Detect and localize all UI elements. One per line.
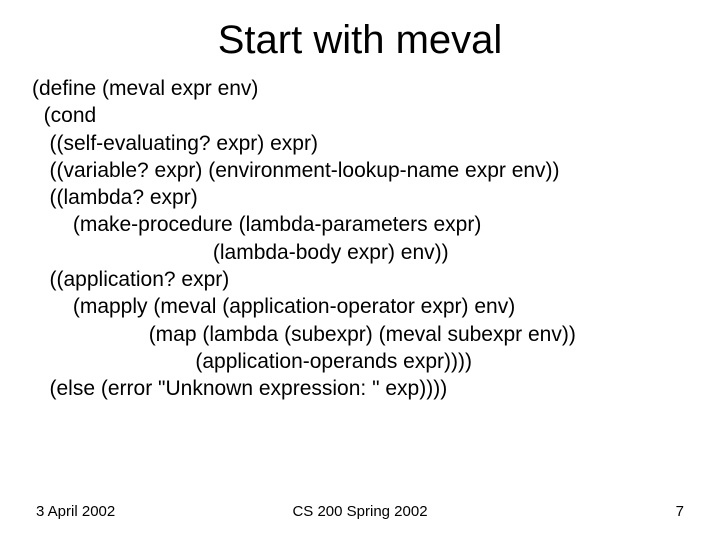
footer-course: CS 200 Spring 2002 xyxy=(292,503,427,520)
footer-page-number: 7 xyxy=(676,503,684,520)
slide-title: Start with meval xyxy=(0,0,720,75)
footer-date: 3 April 2002 xyxy=(36,503,115,520)
code-block: (define (meval expr env) (cond ((self-ev… xyxy=(0,75,720,403)
footer: 3 April 2002 CS 200 Spring 2002 7 xyxy=(0,503,720,520)
